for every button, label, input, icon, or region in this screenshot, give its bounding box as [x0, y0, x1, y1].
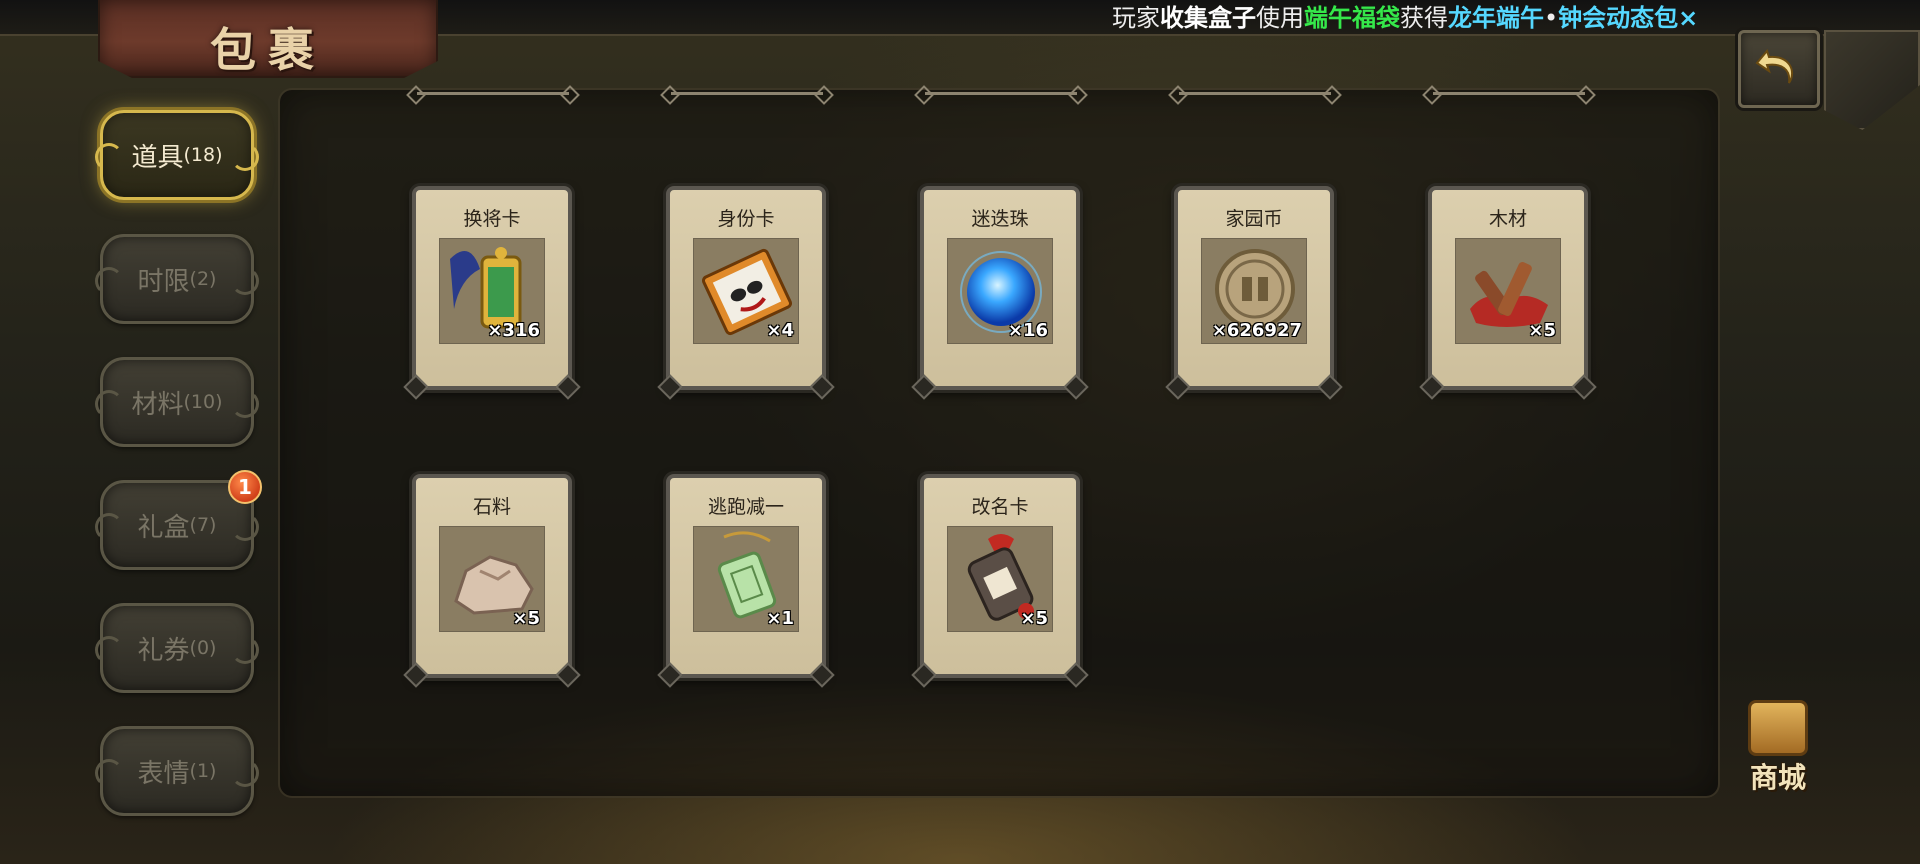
marquee-segment: 获得: [1400, 4, 1448, 32]
name-tag-icon: ×5: [947, 526, 1053, 632]
tab-label: 时限: [137, 266, 190, 297]
coin-icon: ×626927: [1201, 238, 1307, 344]
tab-timed[interactable]: 时限 (2): [95, 234, 259, 324]
tab-vouchers[interactable]: 礼券 (0): [95, 603, 259, 693]
item-card-stone[interactable]: 石料 ×5: [412, 474, 572, 678]
tab-emotes[interactable]: 表情 (1): [95, 726, 259, 816]
item-card-escape-minus-one[interactable]: 逃跑减一 ×1: [666, 474, 826, 678]
divider: [1179, 92, 1331, 100]
corner-ornament: [1824, 30, 1920, 130]
item-quantity: ×5: [1528, 320, 1556, 341]
treasure-chest-icon: [1748, 700, 1808, 756]
item-quantity: ×5: [1020, 608, 1048, 629]
tab-count: (0): [189, 637, 217, 659]
marquee-segment: 玩家: [1112, 4, 1160, 32]
tab-label: 表情: [137, 758, 190, 789]
stone-icon: ×5: [439, 526, 545, 632]
mask-card-icon: ×4: [693, 238, 799, 344]
tab-label: 礼券: [137, 635, 190, 666]
item-card-identity[interactable]: 身份卡 ×4: [666, 186, 826, 390]
divider: [925, 92, 1077, 100]
item-quantity: ×4: [766, 320, 794, 341]
item-name: 家园币: [1225, 208, 1283, 230]
item-name: 石料: [472, 496, 511, 518]
tab-count: (18): [183, 144, 223, 166]
shop-button[interactable]: 商城: [1728, 700, 1828, 800]
jade-tag-icon: ×1: [693, 526, 799, 632]
tab-items[interactable]: 道具 (18): [95, 110, 259, 200]
item-card-rename[interactable]: 改名卡 ×5: [920, 474, 1080, 678]
item-quantity: ×5: [512, 608, 540, 629]
tab-label: 道具: [131, 142, 184, 173]
tab-count: (7): [189, 514, 217, 536]
marquee-segment: 使用: [1256, 4, 1304, 32]
marquee-segment: 收集盒子: [1160, 4, 1256, 32]
token-card-icon: ×316: [439, 238, 545, 344]
back-button[interactable]: [1738, 30, 1820, 108]
divider: [417, 92, 569, 100]
item-name: 换将卡: [463, 208, 521, 230]
shop-label: 商城: [1749, 761, 1806, 794]
item-quantity: ×316: [487, 320, 540, 341]
tab-count: (2): [189, 268, 217, 290]
item-name: 迷迭珠: [971, 208, 1029, 230]
tab-materials[interactable]: 材料 (10): [95, 357, 259, 447]
marquee-segment: 钟会动态包×: [1558, 4, 1699, 32]
notification-badge: 1: [228, 470, 262, 504]
item-name: 木材: [1488, 208, 1527, 230]
item-card-wood[interactable]: 木材 ×5: [1428, 186, 1588, 390]
divider: [671, 92, 823, 100]
item-card-swap-general[interactable]: 换将卡 ×316: [412, 186, 572, 390]
tab-label: 材料: [131, 389, 184, 420]
item-card-rosemary-orb[interactable]: 迷迭珠 ×16: [920, 186, 1080, 390]
marquee-segment: •: [1544, 4, 1559, 32]
item-quantity: ×16: [1007, 320, 1048, 341]
wood-icon: ×5: [1455, 238, 1561, 344]
tab-count: (10): [183, 391, 223, 413]
page-title: 包裹: [210, 23, 326, 77]
item-card-home-coin[interactable]: 家园币 ×626927: [1174, 186, 1334, 390]
blue-orb-icon: ×16: [947, 238, 1053, 344]
item-quantity: ×626927: [1211, 320, 1302, 341]
divider: [1433, 92, 1585, 100]
item-name: 逃跑减一: [707, 496, 784, 518]
back-arrow-icon: [1755, 48, 1794, 84]
item-name: 身份卡: [717, 208, 775, 230]
tab-count: (1): [189, 760, 217, 782]
tab-label: 礼盒: [137, 512, 190, 543]
marquee-segment: 龙年端午: [1448, 4, 1544, 32]
item-quantity: ×1: [766, 608, 794, 629]
item-name: 改名卡: [971, 496, 1029, 518]
marquee-segment: 端午福袋: [1304, 4, 1400, 32]
